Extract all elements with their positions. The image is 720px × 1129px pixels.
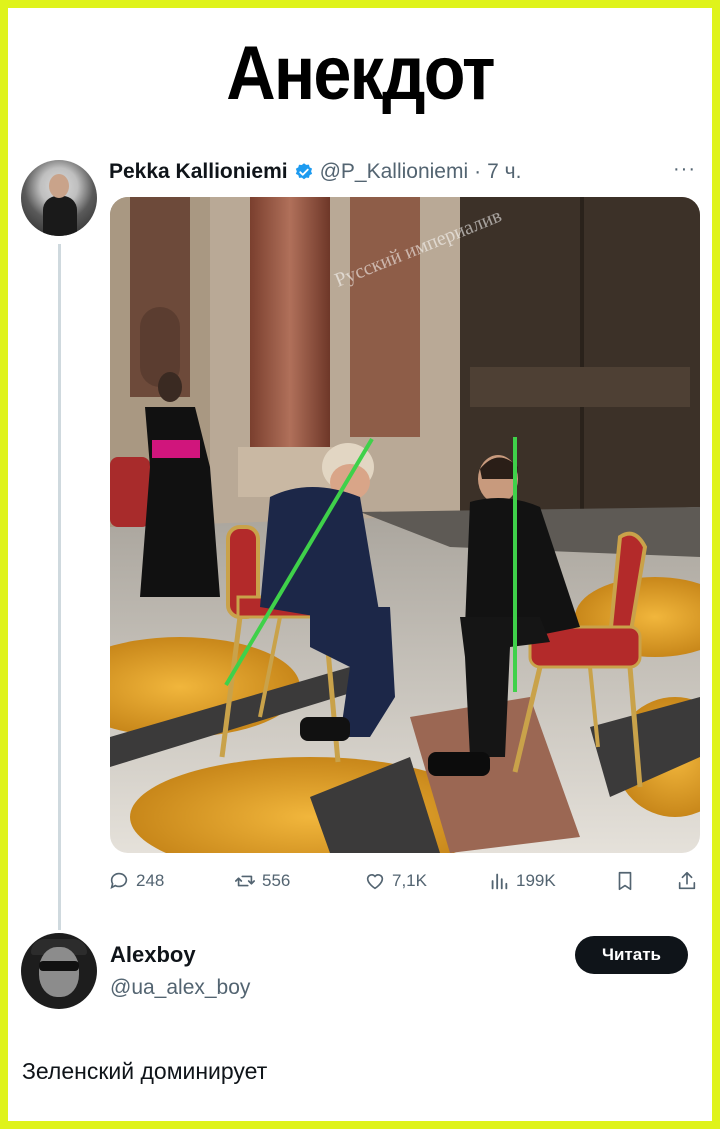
reply-author-name[interactable]: Alexboy <box>110 942 196 968</box>
meme-frame: Анекдот Pekka Kallioniemi @P_Kallioniemi… <box>8 8 712 1121</box>
reply-author-avatar[interactable] <box>21 933 97 1009</box>
retweet-button[interactable]: 556 <box>234 866 290 896</box>
views-button[interactable]: 199K <box>488 866 556 896</box>
share-icon <box>678 871 696 890</box>
thread-line <box>58 244 61 930</box>
tweet-actions: 248 556 7,1K 199K <box>108 866 702 896</box>
retweet-count: 556 <box>262 871 291 890</box>
heart-icon <box>366 874 384 890</box>
author-avatar[interactable] <box>21 160 97 236</box>
views-chart-icon <box>491 873 508 890</box>
like-button[interactable]: 7,1K <box>364 866 427 896</box>
meme-title: Анекдот <box>226 31 495 116</box>
share-button[interactable] <box>676 866 698 896</box>
tweet-header: Pekka Kallioniemi @P_Kallioniemi · 7 ч. <box>109 160 521 184</box>
retweet-icon <box>235 875 255 887</box>
bookmark-button[interactable] <box>614 866 636 896</box>
reply-author-handle[interactable]: @ua_alex_boy <box>110 976 250 1000</box>
more-options-icon[interactable]: ··· <box>673 158 696 181</box>
reply-count: 248 <box>136 871 165 890</box>
tweet-time[interactable]: 7 ч. <box>487 160 521 184</box>
reply-button[interactable]: 248 <box>108 866 164 896</box>
reply-icon <box>110 872 128 889</box>
follow-button[interactable]: Читать <box>575 936 688 974</box>
author-handle[interactable]: @P_Kallioniemi <box>320 160 469 184</box>
views-count: 199K <box>516 871 556 890</box>
reply-text: Зеленский доминирует <box>22 1058 268 1084</box>
author-name[interactable]: Pekka Kallioniemi <box>109 160 288 184</box>
tweet-photo[interactable]: Русский империалив <box>110 197 700 853</box>
separator-dot: · <box>474 160 482 183</box>
verified-badge-icon <box>295 163 312 180</box>
like-count: 7,1K <box>392 871 427 890</box>
bookmark-icon <box>618 871 632 891</box>
